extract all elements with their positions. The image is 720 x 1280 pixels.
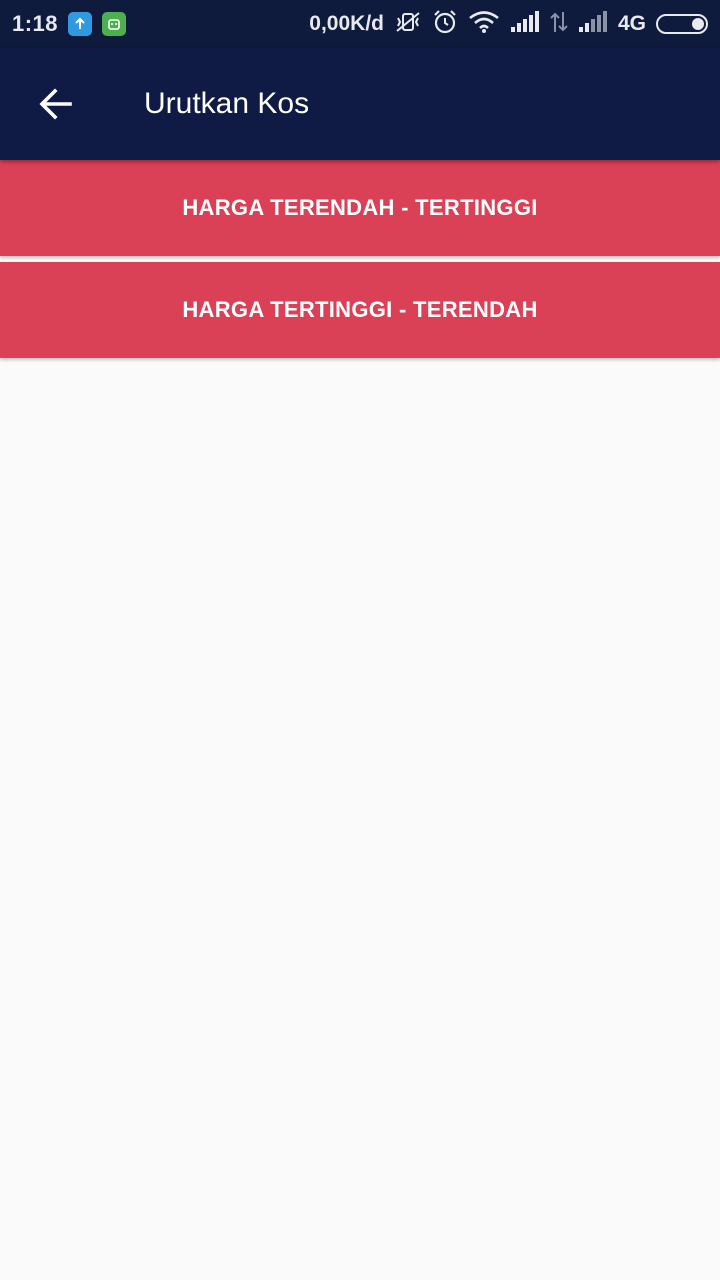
sort-option-label: HARGA TERTINGGI - TERENDAH	[182, 297, 538, 322]
battery-icon	[656, 14, 708, 34]
app-bar: Urutkan Kos	[0, 48, 720, 160]
arrow-back-icon	[39, 88, 72, 120]
wifi-icon	[468, 10, 500, 39]
alarm-icon	[432, 9, 458, 40]
signal-icon	[510, 10, 540, 38]
back-button[interactable]	[0, 48, 112, 160]
page-title: Urutkan Kos	[144, 87, 310, 120]
status-time: 1:18	[12, 11, 59, 36]
status-bar-right: 0,00K/d 4G	[309, 9, 708, 40]
status-bar: 1:18 0,00K/d 4G	[0, 0, 720, 48]
android-icon	[102, 12, 127, 36]
network-type: 4G	[617, 12, 646, 35]
mute-vibrate-icon	[394, 10, 422, 39]
sort-options-list: HARGA TERENDAH - TERTINGGI HARGA TERTING…	[0, 160, 720, 358]
sort-price-high-to-low-button[interactable]: HARGA TERTINGGI - TERENDAH	[0, 262, 720, 358]
net-speed: 0,00K/d	[309, 12, 384, 35]
signal-icon	[578, 10, 608, 38]
sort-price-low-to-high-button[interactable]: HARGA TERENDAH - TERTINGGI	[0, 160, 720, 256]
upload-icon	[68, 12, 93, 36]
sort-option-label: HARGA TERENDAH - TERTINGGI	[182, 195, 538, 220]
data-arrows-icon	[550, 11, 568, 38]
status-bar-left: 1:18	[12, 11, 127, 37]
